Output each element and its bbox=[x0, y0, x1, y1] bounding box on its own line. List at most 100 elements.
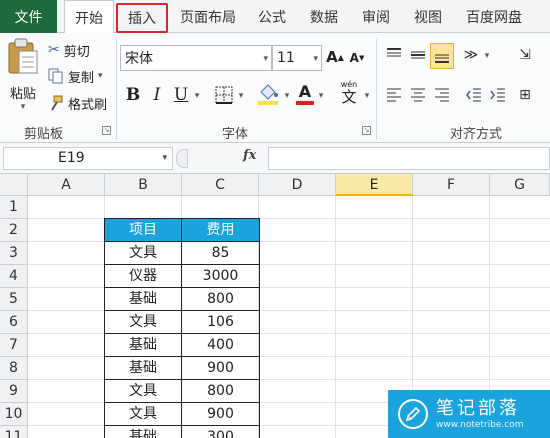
italic-button[interactable]: I bbox=[148, 83, 166, 107]
tab-insert[interactable]: 插入 bbox=[116, 3, 168, 33]
chevron-down-icon[interactable]: ▾ bbox=[236, 85, 246, 107]
decrease-font-size-icon[interactable]: A ▼ bbox=[348, 47, 366, 69]
table-cell-item[interactable]: 基础 bbox=[105, 288, 182, 311]
table-cell-item[interactable]: 基础 bbox=[105, 426, 182, 438]
align-left-button[interactable] bbox=[382, 83, 406, 107]
tab-formulas[interactable]: 公式 bbox=[248, 0, 296, 33]
bold-button[interactable]: B bbox=[124, 83, 142, 107]
row-header[interactable]: 5 bbox=[0, 288, 28, 311]
font-color-swatch bbox=[296, 101, 314, 105]
row-header[interactable]: 7 bbox=[0, 334, 28, 357]
chevron-down-icon[interactable]: ▾ bbox=[282, 85, 292, 107]
decrease-indent-button[interactable] bbox=[462, 83, 486, 107]
wrap-text-icon[interactable]: ⇲ bbox=[514, 43, 536, 67]
tab-data[interactable]: 数据 bbox=[300, 0, 348, 33]
file-menu-tab[interactable]: 文件 bbox=[0, 0, 57, 33]
pen-logo-icon bbox=[398, 399, 428, 429]
borders-button[interactable] bbox=[212, 83, 236, 107]
row-header[interactable]: 11 bbox=[0, 426, 28, 438]
select-all-corner[interactable] bbox=[0, 174, 28, 196]
merge-center-icon[interactable]: ⊞ bbox=[514, 83, 536, 107]
row-header[interactable]: 3 bbox=[0, 242, 28, 265]
column-header-d[interactable]: D bbox=[259, 174, 336, 196]
column-header-a[interactable]: A bbox=[28, 174, 105, 196]
formula-input[interactable] bbox=[268, 147, 550, 170]
align-middle-button[interactable] bbox=[406, 43, 430, 67]
chevron-down-icon[interactable]: ▾ bbox=[316, 85, 326, 107]
table-cell-cost[interactable]: 900 bbox=[182, 403, 260, 426]
font-name-select[interactable]: 宋体 ▾ bbox=[120, 45, 272, 71]
row-header[interactable]: 2 bbox=[0, 219, 28, 242]
increase-indent-button[interactable] bbox=[486, 83, 510, 107]
table-header-cell[interactable]: 费用 bbox=[182, 219, 260, 242]
table-cell-item[interactable]: 文具 bbox=[105, 380, 182, 403]
paste-label: 粘贴 bbox=[9, 87, 36, 102]
insert-function-icon[interactable]: fx bbox=[243, 148, 256, 163]
row-header[interactable]: 1 bbox=[0, 196, 28, 219]
phonetic-guide-button[interactable]: wén 文 bbox=[336, 79, 362, 107]
paste-button[interactable]: 粘贴 ▾ bbox=[4, 37, 42, 117]
align-center-button[interactable] bbox=[406, 83, 430, 107]
dialog-launcher-icon[interactable]: ↘ bbox=[362, 126, 371, 135]
column-header-e[interactable]: E bbox=[336, 174, 413, 196]
chevron-down-icon: ▾ bbox=[98, 71, 103, 81]
tab-page-layout[interactable]: 页面布局 bbox=[172, 0, 244, 33]
table-cell-item[interactable]: 文具 bbox=[105, 403, 182, 426]
font-size-select[interactable]: 11 ▾ bbox=[272, 45, 322, 71]
table-cell-item[interactable]: 文具 bbox=[105, 242, 182, 265]
align-left-icon bbox=[387, 88, 401, 102]
table-cell-item[interactable]: 基础 bbox=[105, 334, 182, 357]
chevron-down-icon: ▾ bbox=[20, 102, 26, 112]
tab-baidu-netdisk[interactable]: 百度网盘 bbox=[456, 0, 532, 33]
table-cell-item[interactable]: 文具 bbox=[105, 311, 182, 334]
tab-review[interactable]: 审阅 bbox=[352, 0, 400, 33]
fill-color-button[interactable] bbox=[256, 81, 280, 107]
table-cell-cost[interactable]: 300 bbox=[182, 426, 260, 438]
table-cell-item[interactable]: 仪器 bbox=[105, 265, 182, 288]
table-cell-item[interactable]: 基础 bbox=[105, 357, 182, 380]
column-header-f[interactable]: F bbox=[413, 174, 490, 196]
table-cell-cost[interactable]: 400 bbox=[182, 334, 260, 357]
table-cell-cost[interactable]: 3000 bbox=[182, 265, 260, 288]
row-header[interactable]: 9 bbox=[0, 380, 28, 403]
table-cell-cost[interactable]: 106 bbox=[182, 311, 260, 334]
table-header-cell[interactable]: 项目 bbox=[105, 219, 182, 242]
row-header[interactable]: 4 bbox=[0, 265, 28, 288]
dialog-launcher-icon[interactable]: ↘ bbox=[102, 126, 111, 135]
column-header-g[interactable]: G bbox=[490, 174, 550, 196]
copy-label: 复制 bbox=[68, 70, 95, 86]
orientation-icon[interactable]: ≫ bbox=[460, 43, 482, 67]
format-painter-button[interactable]: 格式刷 bbox=[48, 92, 107, 114]
chevron-down-icon[interactable]: ▾ bbox=[192, 85, 202, 107]
align-center-icon bbox=[411, 88, 425, 102]
increase-font-size-icon[interactable]: A ▲ bbox=[326, 45, 344, 69]
row-header[interactable]: 8 bbox=[0, 357, 28, 380]
align-bottom-icon bbox=[435, 54, 449, 63]
table-cell-cost[interactable]: 800 bbox=[182, 380, 260, 403]
underline-button[interactable]: U bbox=[172, 83, 190, 107]
cut-button[interactable]: ✂ 剪切 bbox=[48, 39, 90, 61]
tab-home[interactable]: 开始 bbox=[64, 0, 114, 34]
formula-bar-splitter[interactable] bbox=[176, 149, 188, 168]
name-box[interactable]: E19 ▾ bbox=[3, 147, 173, 170]
chevron-down-icon[interactable]: ▾ bbox=[362, 85, 372, 107]
table-cell-cost[interactable]: 800 bbox=[182, 288, 260, 311]
brush-icon bbox=[51, 95, 63, 111]
chevron-down-icon: ▾ bbox=[263, 54, 268, 64]
scissors-icon: ✂ bbox=[48, 42, 60, 58]
column-header-b[interactable]: B bbox=[105, 174, 182, 196]
align-top-button[interactable] bbox=[382, 43, 406, 67]
table-cell-cost[interactable]: 85 bbox=[182, 242, 260, 265]
row-header[interactable]: 6 bbox=[0, 311, 28, 334]
name-box-value: E19 bbox=[58, 150, 85, 166]
column-header-c[interactable]: C bbox=[182, 174, 259, 196]
chevron-down-icon[interactable]: ▾ bbox=[162, 148, 167, 169]
row-header[interactable]: 10 bbox=[0, 403, 28, 426]
copy-button[interactable]: 复制 ▾ bbox=[48, 65, 103, 87]
table-cell-cost[interactable]: 900 bbox=[182, 357, 260, 380]
align-bottom-button[interactable] bbox=[430, 43, 454, 69]
align-right-button[interactable] bbox=[430, 83, 454, 107]
chevron-down-icon[interactable]: ▾ bbox=[482, 45, 492, 67]
tab-view[interactable]: 视图 bbox=[404, 0, 452, 33]
font-color-button[interactable]: A bbox=[294, 81, 316, 107]
